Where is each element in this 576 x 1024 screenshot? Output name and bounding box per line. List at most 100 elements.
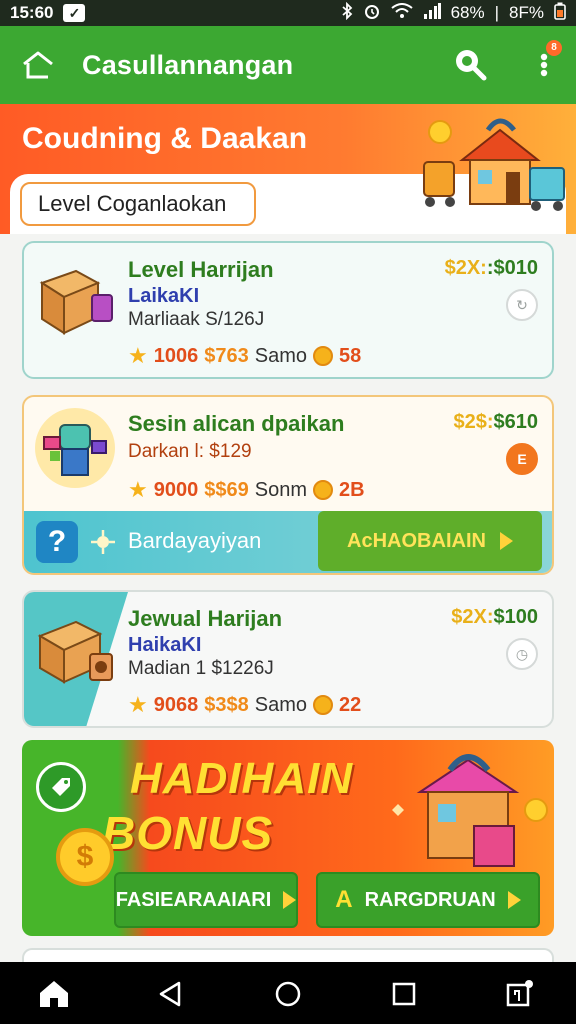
action-row: ? Bardayayiyan AcHAOBAIAIN (24, 511, 552, 573)
search-button[interactable] (448, 42, 492, 86)
item-name: Level Harrijan (128, 257, 274, 282)
star-icon: ★ (128, 692, 148, 717)
star-icon: ★ (128, 477, 148, 502)
item-price: $2$:$610 (453, 411, 538, 434)
nav-home-circle-button[interactable] (268, 974, 308, 1014)
item-stats: ★ 9000 $$69 Sonm 2B (128, 477, 365, 503)
stat-coins: 22 (338, 693, 362, 716)
refresh-icon[interactable]: ↻ (506, 289, 538, 321)
action-row-label: Bardayayiyan (128, 528, 262, 553)
back-icon (159, 981, 181, 1007)
status-bar: 15:60 ✓ 68% | 8F% (0, 0, 576, 26)
item-subtitle: HaikaKI (128, 634, 202, 656)
robot-toy-icon (35, 408, 115, 488)
price-part-b: $610 (493, 411, 539, 433)
claim-button-label: AcHAOBAIAIN (347, 529, 486, 552)
bonus-banner[interactable]: HADIHAIN BONUS $ FASIEARAAIARI A RARGDRU… (22, 740, 554, 936)
nav-home-button[interactable] (34, 974, 74, 1014)
battery-percent: 68% (450, 3, 485, 22)
recents-icon (392, 982, 416, 1006)
item-price: $2X:$100 (451, 606, 538, 629)
star-icon: ★ (128, 343, 148, 368)
app-bar: Casullannangan 8 (0, 26, 576, 104)
level-chip-label: Level Coganlaokan (38, 191, 227, 216)
status-divider: | (494, 3, 500, 22)
nav-back-button[interactable] (150, 974, 190, 1014)
bonus-claim-lead: A (335, 886, 353, 913)
item-name: Jewual Harijan (128, 606, 283, 631)
alarm-icon (363, 2, 381, 25)
nav-recents-button[interactable] (384, 974, 424, 1014)
help-button[interactable]: ? (36, 521, 78, 563)
coin-icon (312, 346, 333, 366)
stat-number: 9068 (153, 693, 199, 716)
stat-word: Samo (254, 344, 307, 367)
system-nav-bar (0, 962, 576, 1024)
app-title: Casullannangan (82, 49, 294, 80)
stat-number: 1006 (153, 344, 199, 367)
dollar-coin-icon: $ (56, 828, 114, 886)
battery-icon (554, 2, 566, 25)
item-subtitle: LaikaKI (128, 285, 200, 307)
next-card-peek (22, 948, 554, 962)
wifi-icon (390, 2, 413, 24)
bonus-title-line1: HADIHAIN (130, 754, 354, 803)
hero-banner: Coudning & Daakan Level Coganlaokan (0, 104, 576, 234)
bonus-claim-button[interactable]: A RARGDRUAN (316, 872, 540, 928)
hero-title: Coudning & Daakan (22, 122, 308, 155)
stat-money: $3$8 (204, 693, 249, 716)
list-item[interactable]: Jewual Harijan HaikaKI Madian 1 $1226J ★… (22, 590, 554, 728)
home-outline-icon (23, 51, 53, 79)
signal-icon (423, 2, 441, 24)
battery-percent-2: 8F% (509, 3, 544, 22)
sparkle-icon (91, 530, 115, 554)
item-meta: Madian 1 $1226J (128, 658, 274, 679)
gift-house-illustration (392, 754, 548, 867)
nav-screenshot-button[interactable] (500, 974, 540, 1014)
item-meta: Marliaak S/126J (128, 309, 265, 330)
status-icons: 68% | 8F% (341, 1, 566, 25)
play-arrow-icon (283, 891, 297, 909)
stat-money: $$69 (204, 478, 249, 501)
price-part-b: $100 (493, 606, 539, 628)
clock-icon[interactable]: ◷ (506, 638, 538, 670)
notification-badge: 8 (546, 40, 562, 56)
list-item[interactable]: Sesin alican dpaikan Darkan l: $129 ★ 90… (22, 395, 554, 575)
stat-word: Samo (254, 693, 307, 716)
stat-coins: 2B (338, 478, 365, 501)
stat-coins: 58 (338, 344, 362, 367)
bonus-claim-label: RARGDRUAN (364, 888, 496, 911)
bonus-title-line2: BONUS (102, 807, 274, 859)
coin-icon (312, 695, 333, 715)
more-options-button[interactable]: 8 (524, 40, 564, 90)
level-filter-chip[interactable]: Level Coganlaokan (20, 182, 256, 226)
price-part-b: :$010 (486, 257, 538, 279)
play-arrow-icon (499, 532, 513, 550)
more-vertical-icon (540, 53, 548, 77)
claim-button[interactable]: AcHAOBAIAIN (318, 511, 542, 571)
notification-icon: ✓ (63, 4, 86, 22)
price-part-a: $2X: (444, 257, 487, 279)
status-time: 15:60 (10, 3, 54, 22)
bonus-info-label: FASIEARAAIARI (115, 888, 272, 911)
shop-illustration (423, 118, 565, 211)
home-circle-icon (275, 981, 301, 1007)
price-part-a: $2X: (451, 606, 494, 628)
status-badge[interactable]: E (506, 443, 538, 475)
bonus-info-button[interactable]: FASIEARAAIARI (114, 872, 298, 928)
item-meta: Darkan l: $129 (128, 441, 252, 462)
home-icon (40, 981, 68, 1007)
item-stats: ★ 1006 $763 Samo 58 (128, 343, 361, 369)
home-button[interactable] (8, 26, 68, 104)
coin-icon (312, 480, 333, 500)
stat-money: $763 (204, 344, 249, 367)
price-part-a: $2$: (453, 411, 494, 433)
stat-number: 9000 (153, 478, 199, 501)
tag-icon (36, 762, 86, 812)
item-stats: ★ 9068 $3$8 Samo 22 (128, 692, 361, 718)
parcel-icon (37, 620, 113, 684)
list-item[interactable]: Level Harrijan LaikaKI Marliaak S/126J ★… (22, 241, 554, 379)
play-arrow-icon (507, 891, 521, 909)
box-icon (39, 269, 113, 335)
item-name: Sesin alican dpaikan (128, 411, 345, 436)
